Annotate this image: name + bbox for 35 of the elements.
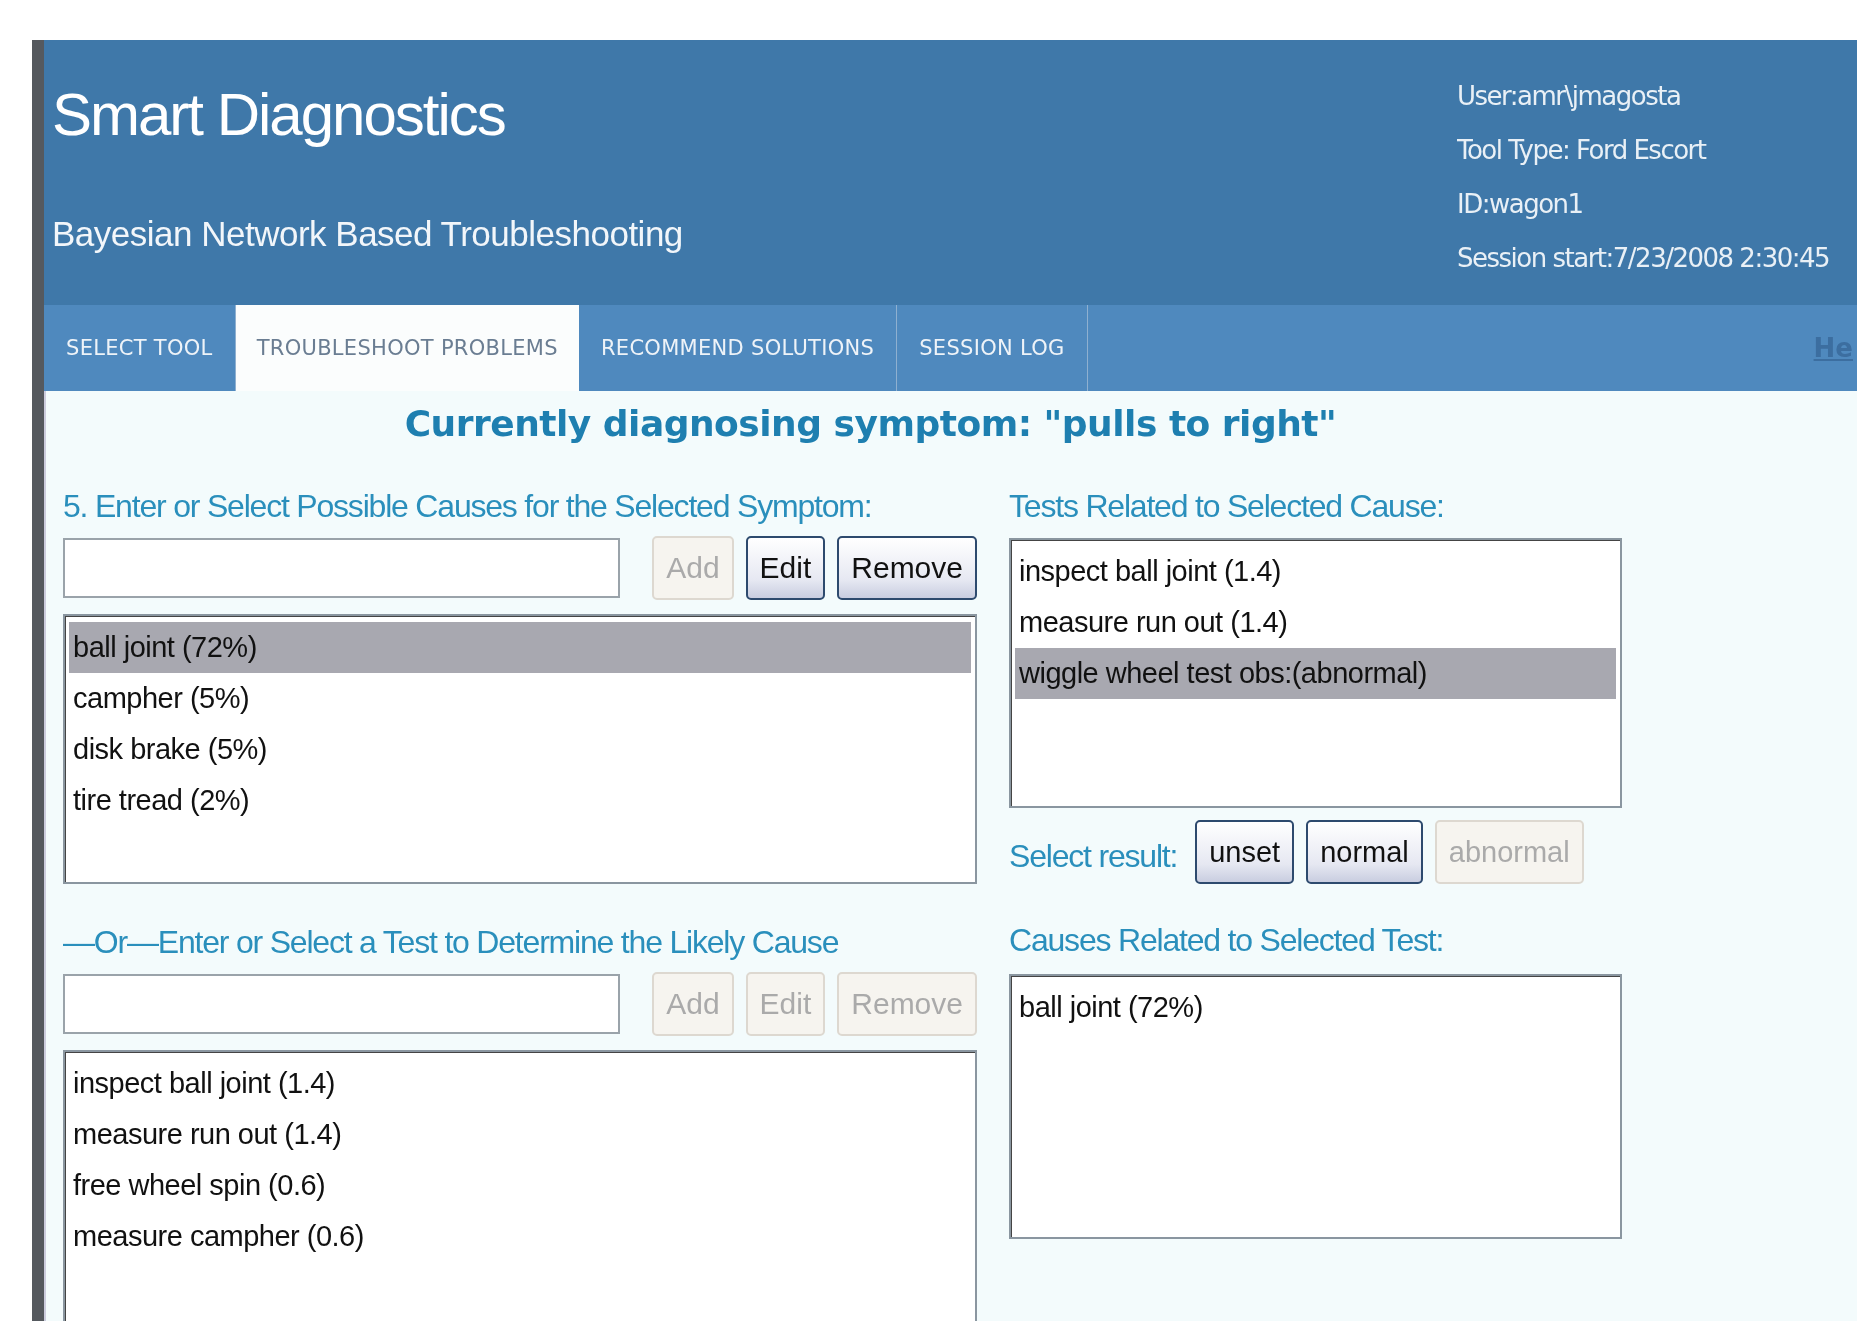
symptom-heading: Currently diagnosing symptom: "pulls to right" [403,403,1338,444]
app-title: Smart Diagnostics [52,80,506,150]
list-item[interactable]: disk brake (5%) [69,724,971,775]
button[interactable]: Remove [837,536,977,600]
list-box[interactable]: inspect ball joint (1.4) measure run out (1.4) wiggle wheel test obs:(abnormal) [1009,538,1622,808]
section-label: Causes Related to Selected Test: [1009,921,1445,960]
list-box[interactable]: ball joint (72%) campher (5%) disk brake (5%) tire tread (2%) [63,614,977,884]
button[interactable]: normal [1306,820,1423,884]
list-item[interactable]: ball joint (72%) [69,622,971,673]
list-box[interactable]: ball joint (72%) [1009,974,1622,1239]
list-item[interactable]: measure run out (1.4) [1015,597,1616,648]
list-item[interactable]: wiggle wheel test obs:(abnormal) [1015,648,1616,699]
list-item[interactable]: free wheel spin (0.6) [69,1160,971,1211]
button[interactable]: Edit [745,536,826,600]
list-box[interactable]: inspect ball joint (1.4) measure run out (1.4) free wheel spin (0.6) measure campher (0.6) [63,1050,977,1321]
section-label: Tests Related to Selected Cause: [1009,487,1445,526]
select-result-label: Select result: [1009,837,1178,876]
session-info-line: Session start:7/23/2008 2:30:45 [1457,242,1831,275]
session-info-line: ID:wagon1 [1457,188,1584,221]
section-label: —Or—Enter or Select a Test to Determine the Likely Cause [63,923,840,962]
list-item[interactable]: campher (5%) [69,673,971,724]
list-item[interactable]: inspect ball joint (1.4) [69,1058,971,1109]
button[interactable]: unset [1195,820,1295,884]
list-item[interactable]: measure campher (0.6) [69,1211,971,1262]
section-label: 5. Enter or Select Possible Causes for the Selected Symptom: [63,487,873,526]
session-info-line: Tool Type: Ford Escort [1457,134,1708,167]
input-field[interactable] [63,538,620,598]
input-field[interactable] [63,974,620,1034]
session-info-line: User:amr\jmagosta [1457,80,1682,113]
list-item[interactable]: ball joint (72%) [1015,982,1616,1033]
list-item[interactable]: tire tread (2%) [69,775,971,826]
list-item[interactable]: measure run out (1.4) [69,1109,971,1160]
app-subtitle: Bayesian Network Based Troubleshooting [52,213,683,255]
list-item[interactable]: inspect ball joint (1.4) [1015,546,1616,597]
tab[interactable]: TROUBLESHOOT PROBLEMS [235,305,579,391]
